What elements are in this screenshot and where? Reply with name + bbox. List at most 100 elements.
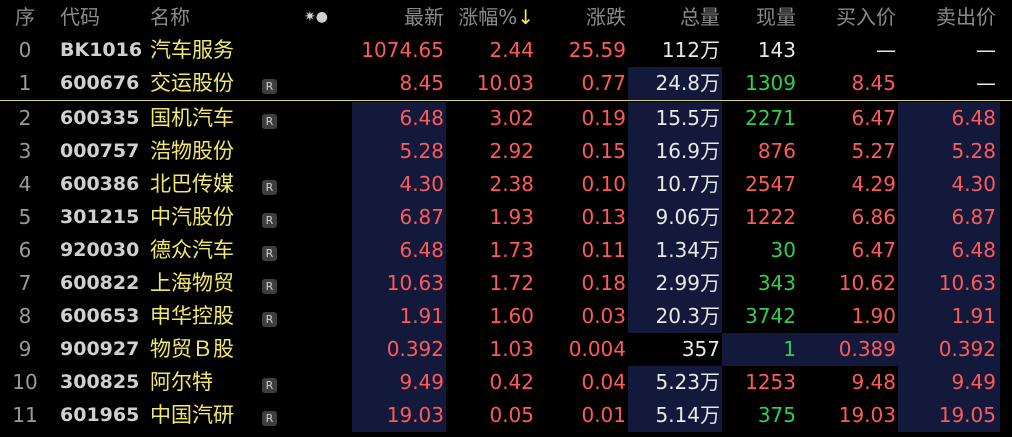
total-volume: 24.8万 — [655, 71, 720, 95]
stock-name: 物贸Ｂ股 — [150, 337, 234, 361]
margin-badge-icon: R — [262, 67, 282, 100]
change-percent: 0.05 — [489, 403, 534, 427]
last-price: 1.91 — [399, 304, 444, 328]
stock-name: 中汽股份 — [150, 205, 234, 229]
header-name[interactable]: 名称 — [150, 0, 260, 34]
change-amount: 0.18 — [581, 271, 626, 295]
total-volume: 9.06万 — [655, 205, 720, 229]
change-percent: 3.02 — [489, 106, 534, 130]
table-row[interactable]: 7 600822 上海物贸 R 10.63 1.72 0.18 2.99万 343 10.62 10… — [0, 267, 1012, 300]
table-row[interactable]: 4 600386 北巴传媒 R 4.30 2.38 0.10 10.7万 2547 4.29 4.3… — [0, 168, 1012, 201]
total-volume: 10.7万 — [655, 172, 720, 196]
header-code[interactable]: 代码 — [52, 0, 144, 34]
header-now[interactable]: 现量 — [722, 0, 798, 34]
stock-name: 交运股份 — [150, 71, 234, 95]
change-percent: 1.93 — [489, 205, 534, 229]
last-price: 0.392 — [386, 337, 444, 361]
header-ask[interactable]: 卖出价 — [898, 0, 998, 34]
current-volume: 3742 — [745, 304, 796, 328]
bid-price: 19.03 — [838, 403, 896, 427]
margin-badge-icon: R — [262, 366, 282, 399]
stock-code: 600653 — [60, 305, 140, 327]
stock-code: 900927 — [60, 338, 140, 360]
bid-price: 5.27 — [851, 139, 896, 163]
change-amount: 0.15 — [581, 139, 626, 163]
ask-price: 4.30 — [951, 172, 996, 196]
table-row[interactable]: 8 600653 申华控股 R 1.91 1.60 0.03 20.3万 3742 1.90 1.9… — [0, 300, 1012, 333]
row-index: 1 — [18, 71, 32, 95]
last-price: 1074.65 — [361, 38, 444, 62]
ask-price: 5.28 — [951, 139, 996, 163]
row-index: 4 — [18, 172, 32, 196]
last-price: 6.87 — [399, 205, 444, 229]
table-row[interactable]: 5 301215 中汽股份 R 6.87 1.93 0.13 9.06万 1222 6.86 6.8… — [0, 201, 1012, 234]
row-index: 7 — [18, 271, 32, 295]
change-percent: 1.72 — [489, 271, 534, 295]
r-letter-icon: R — [262, 411, 277, 426]
header-chg[interactable]: 涨跌 — [536, 0, 628, 34]
last-price: 6.48 — [399, 106, 444, 130]
margin-badge-icon: R — [262, 168, 282, 201]
stock-name: 北巴传媒 — [150, 172, 234, 196]
table-row[interactable]: 6 920030 德众汽车 R 6.48 1.73 0.11 1.34万 30 6.47 6.48 — [0, 234, 1012, 267]
stock-code: 920030 — [60, 239, 140, 261]
header-bid[interactable]: 买入价 — [798, 0, 898, 34]
row-index: 0 — [18, 38, 32, 62]
margin-badge-icon: R — [262, 300, 282, 333]
header-idx[interactable]: 序 — [0, 0, 50, 34]
bid-price: 4.29 — [851, 172, 896, 196]
change-percent: 2.44 — [489, 38, 534, 62]
total-volume: 112万 — [661, 38, 720, 62]
table-row[interactable]: 9 900927 物贸Ｂ股 0.392 1.03 0.004 357 1 0.389 0.392 — [0, 333, 1012, 366]
row-index: 6 — [18, 238, 32, 262]
r-letter-icon: R — [262, 79, 277, 94]
stock-name: 德众汽车 — [150, 238, 234, 262]
total-volume: 16.9万 — [655, 139, 720, 163]
change-amount: 0.77 — [581, 71, 626, 95]
header-pct-label: 涨幅% — [458, 5, 518, 29]
ask-price: 9.49 — [951, 370, 996, 394]
ask-price: — — [976, 71, 996, 95]
header-pct[interactable]: 涨幅%↓ — [446, 0, 536, 34]
ask-price: 10.63 — [938, 271, 996, 295]
bid-price: 6.47 — [851, 238, 896, 262]
ask-price: 6.48 — [951, 238, 996, 262]
change-amount: 0.01 — [581, 403, 626, 427]
change-percent: 1.73 — [489, 238, 534, 262]
stock-name: 汽车服务 — [150, 38, 234, 62]
quote-table: 序 代码 名称 ✷● 最新 涨幅%↓ 涨跌 总量 现量 买入价 卖出价 0 BK1… — [0, 0, 1012, 437]
bid-price: 6.86 — [851, 205, 896, 229]
row-index: 11 — [12, 403, 38, 427]
stock-code: 601965 — [60, 404, 140, 426]
total-volume: 5.23万 — [655, 370, 720, 394]
ask-price: 0.392 — [938, 337, 996, 361]
table-row[interactable]: 11 601965 中国汽研 R 19.03 0.05 0.01 5.14万 375 19.03 1… — [0, 399, 1012, 432]
row-index: 9 — [18, 337, 32, 361]
last-price: 5.28 — [399, 139, 444, 163]
r-letter-icon: R — [262, 312, 277, 327]
stock-name: 中国汽研 — [150, 403, 234, 427]
bid-price: — — [876, 38, 896, 62]
header-last[interactable]: 最新 — [300, 0, 446, 34]
stock-code: 000757 — [60, 140, 140, 162]
last-price: 9.49 — [399, 370, 444, 394]
table-header: 序 代码 名称 ✷● 最新 涨幅%↓ 涨跌 总量 现量 买入价 卖出价 — [0, 0, 1012, 34]
bid-price: 6.47 — [851, 106, 896, 130]
header-vol[interactable]: 总量 — [628, 0, 722, 34]
stock-name: 浩物股份 — [150, 139, 234, 163]
last-price: 10.63 — [386, 271, 444, 295]
table-row[interactable]: 3 000757 浩物股份 5.28 2.92 0.15 16.9万 876 5.27 5.28 — [0, 135, 1012, 168]
last-price: 8.45 — [399, 71, 444, 95]
sort-desc-arrow-icon: ↓ — [517, 5, 534, 29]
current-volume: 343 — [757, 271, 796, 295]
current-volume: 1253 — [745, 370, 796, 394]
table-row[interactable]: 2 600335 国机汽车 R 6.48 3.02 0.19 15.5万 2271 6.47 6.4… — [0, 102, 1012, 135]
r-letter-icon: R — [262, 246, 277, 261]
current-volume: 375 — [757, 403, 796, 427]
table-row[interactable]: 0 BK1016 汽车服务 1074.65 2.44 25.59 112万 143 — — — [0, 34, 1012, 67]
bid-price: 8.45 — [851, 71, 896, 95]
table-row[interactable]: 10 300825 阿尔特 R 9.49 0.42 0.04 5.23万 1253 9.48 9.4… — [0, 366, 1012, 399]
table-row[interactable]: 1 600676 交运股份 R 8.45 10.03 0.77 24.8万 1309 8.45 — — [0, 67, 1012, 100]
change-percent: 2.38 — [489, 172, 534, 196]
row-index: 2 — [18, 106, 32, 130]
